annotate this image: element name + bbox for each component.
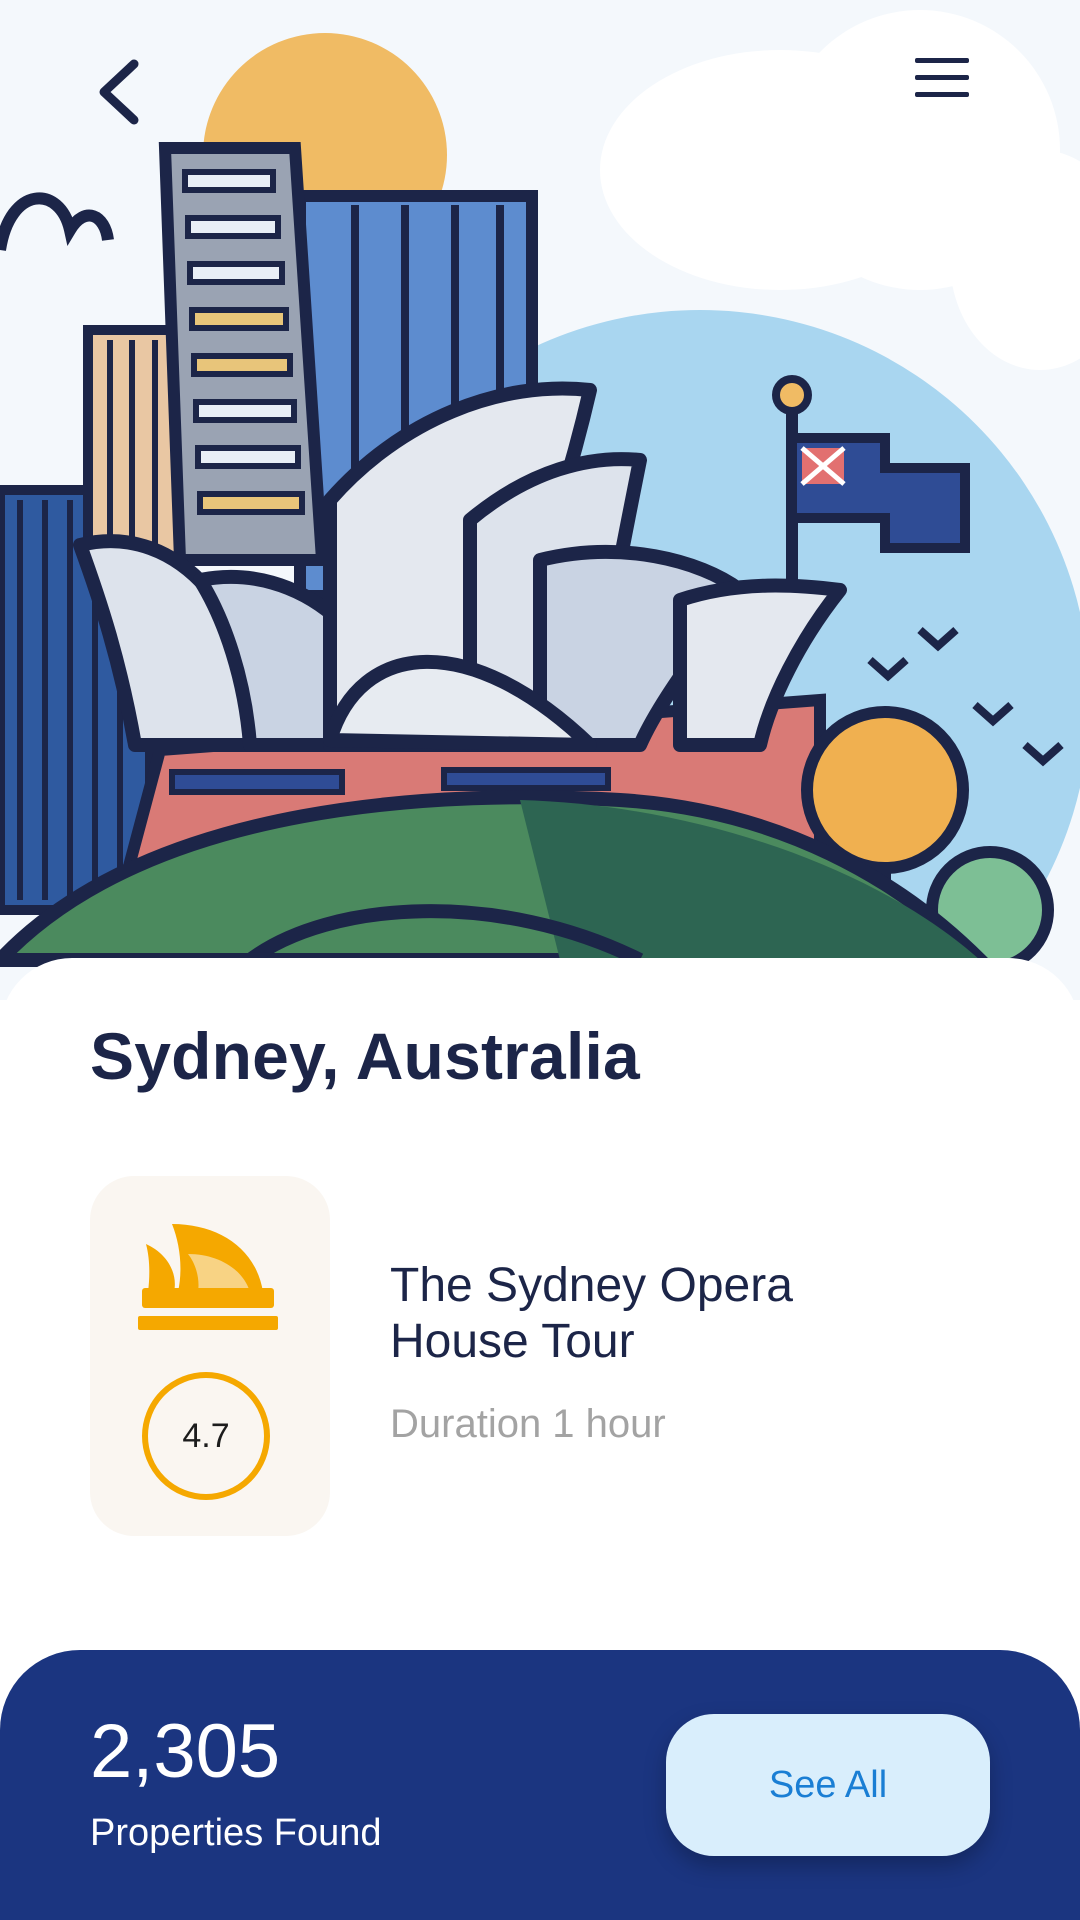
chevron-left-icon <box>99 59 139 125</box>
back-button[interactable] <box>90 56 170 136</box>
properties-count: 2,305 <box>90 1709 281 1794</box>
tour-title[interactable]: The Sydney Opera House Tour <box>390 1258 910 1370</box>
tour-card[interactable]: 4.7 <box>90 1176 330 1536</box>
rating-badge: 4.7 <box>142 1372 270 1500</box>
hero-illustration <box>0 0 1080 1000</box>
sydney-illustration <box>0 10 1080 1000</box>
tour-duration: Duration 1 hour <box>390 1402 666 1446</box>
properties-label: Properties Found <box>90 1812 382 1854</box>
opera-house-icon <box>138 1224 278 1330</box>
hamburger-menu-icon <box>915 58 969 97</box>
city-title: Sydney, Australia <box>90 1019 640 1093</box>
menu-button[interactable] <box>912 56 992 136</box>
see-all-button[interactable]: See All <box>666 1714 990 1856</box>
